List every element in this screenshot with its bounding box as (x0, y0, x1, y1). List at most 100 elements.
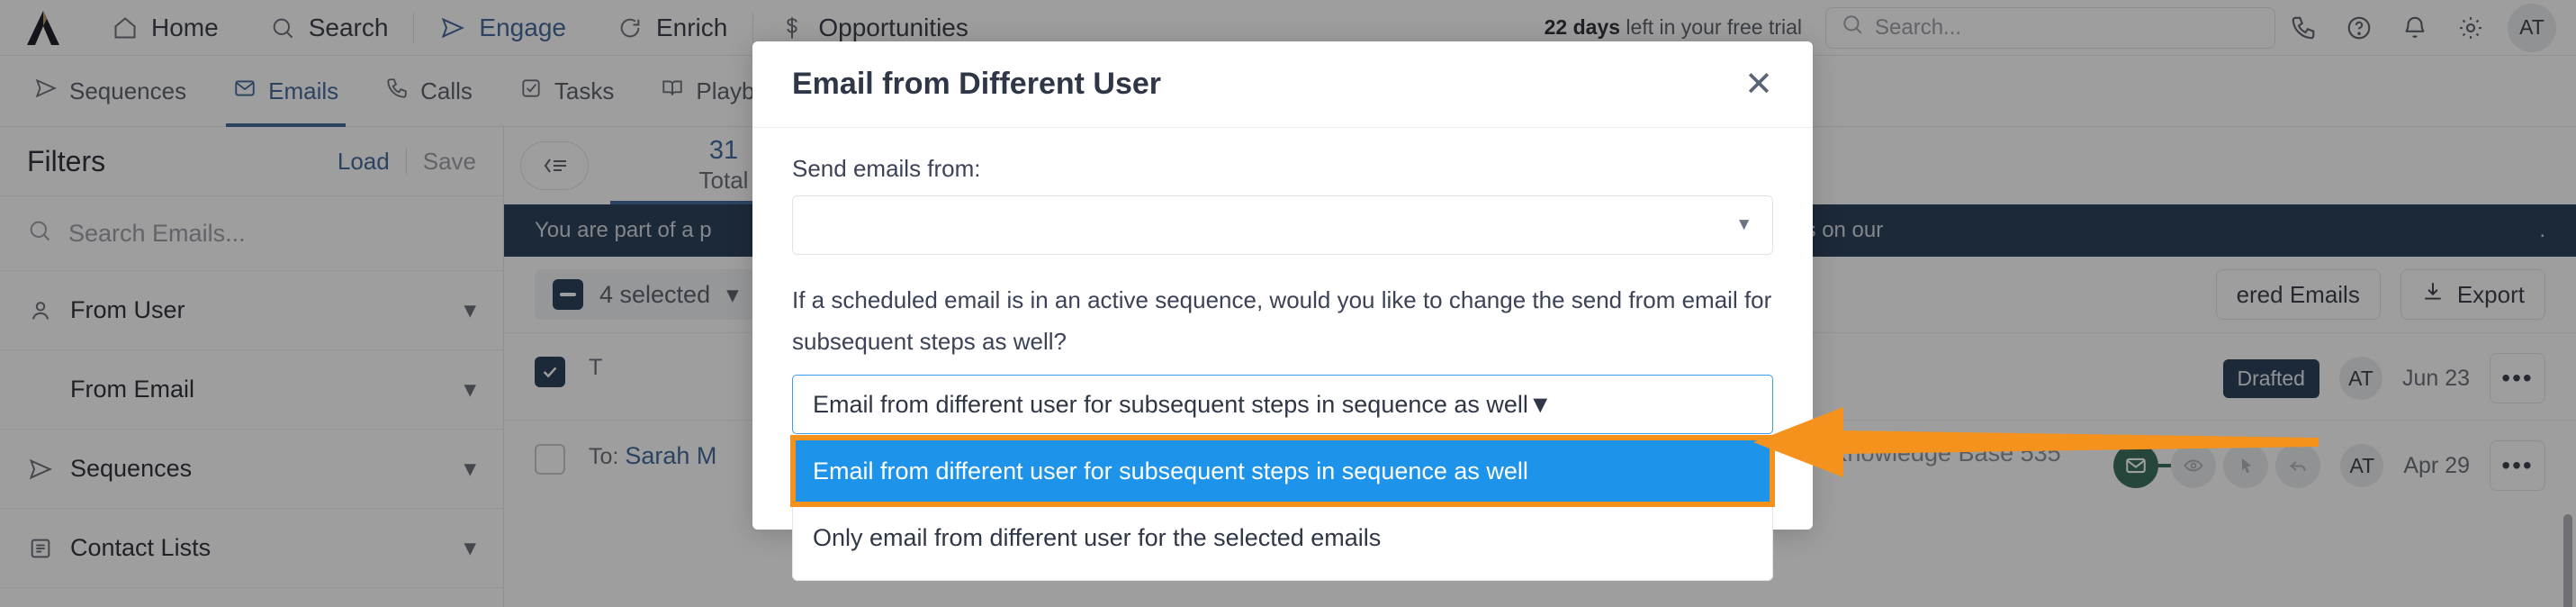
row-tracking-icons (2113, 443, 2321, 488)
nav-item-home[interactable]: Home (86, 0, 244, 56)
trial-rest: left in your free trial (1620, 15, 1802, 39)
row-date: Apr 29 (2403, 452, 2470, 478)
global-search-placeholder: Search... (1875, 14, 1962, 40)
nav-item-enrich-label: Enrich (655, 13, 728, 41)
task-check-icon (519, 77, 543, 106)
nav-item-engage-label: Engage (479, 13, 566, 41)
paper-plane-icon (439, 14, 466, 41)
home-icon (112, 14, 139, 41)
tab-sequences-label: Sequences (69, 77, 187, 104)
banner-link-dot[interactable]: . (2539, 218, 2545, 243)
envelope-sent-icon (2113, 443, 2159, 488)
tab-emails[interactable]: Emails (210, 56, 362, 127)
tab-tasks[interactable]: Tasks (496, 56, 637, 127)
tab-tasks-label: Tasks (554, 77, 615, 104)
tracking-connector (2158, 464, 2172, 467)
global-search-input[interactable]: Search... (1825, 6, 2275, 49)
chevron-down-icon: ▾ (464, 455, 476, 482)
phone-icon[interactable] (2275, 0, 2331, 56)
save-filters-link[interactable]: Save (423, 148, 476, 176)
filters-action-divider (405, 149, 407, 174)
filters-sidebar: Filters Load Save Search Emails... From … (0, 127, 504, 607)
sidebar-item-contact-lists[interactable]: Contact Lists ▾ (0, 509, 503, 588)
app-root: Home Search Engage Enrich Opportunities … (0, 0, 2576, 607)
book-icon (661, 77, 684, 106)
free-trial-notice: 22 days left in your free trial (1545, 15, 1802, 40)
option-only-selected-emails[interactable]: Only email from different user for the s… (793, 504, 1772, 571)
row-checkbox-checked[interactable] (535, 357, 565, 387)
filters-actions: Load Save (338, 148, 476, 176)
chevron-down-icon: ▼ (1735, 215, 1752, 234)
row-recipient-prefix: T (589, 355, 603, 380)
stat-total-label: Total (698, 166, 749, 194)
sidebar-item-contact-lists-label: Contact Lists (70, 534, 212, 561)
row-recipient-name[interactable]: Sarah M (625, 442, 716, 469)
filter-search-input[interactable]: Search Emails... (0, 195, 503, 271)
help-icon[interactable] (2331, 0, 2387, 56)
chevron-down-icon: ▾ (726, 280, 739, 308)
selection-dropdown[interactable]: 4 selected ▾ (535, 269, 757, 320)
sidebar-item-from-email-label: From Email (70, 376, 195, 403)
sidebar-item-from-user[interactable]: From User ▾ (0, 271, 503, 350)
nav-item-engage[interactable]: Engage (414, 0, 591, 56)
nav-item-search-label: Search (308, 13, 389, 41)
load-filters-link[interactable]: Load (338, 148, 390, 176)
list-icon (27, 536, 54, 561)
subsequent-steps-selected-value: Email from different user for subsequent… (813, 390, 1528, 418)
refresh-icon (617, 14, 644, 41)
chevron-down-icon: ▾ (464, 534, 476, 561)
eye-opened-icon (2171, 443, 2217, 488)
tab-calls-label: Calls (420, 77, 473, 104)
tab-sequences[interactable]: Sequences (11, 56, 210, 127)
user-icon (27, 298, 54, 323)
send-emails-from-select[interactable]: ▼ (792, 195, 1773, 255)
export-label: Export (2456, 280, 2525, 308)
subsequent-steps-select[interactable]: Email from different user for subsequent… (792, 375, 1773, 434)
apollo-logo[interactable] (0, 9, 86, 47)
sidebar-item-sequences-label: Sequences (70, 455, 193, 482)
user-avatar[interactable]: AT (2508, 3, 2556, 52)
modal-title: Email from Different User (792, 67, 1161, 101)
nav-item-enrich[interactable]: Enrich (591, 0, 752, 56)
row-meta: Drafted AT Jun 23 ••• (2222, 349, 2545, 403)
bell-icon[interactable] (2387, 0, 2443, 56)
export-button[interactable]: Export (2400, 269, 2545, 320)
search-icon (27, 218, 52, 249)
row-checkbox-unchecked[interactable] (535, 444, 565, 475)
selection-count-label: 4 selected (599, 280, 711, 308)
trial-days: 22 days (1544, 15, 1621, 39)
modal-header: Email from Different User ✕ (752, 41, 1813, 128)
collapse-sidebar-button[interactable] (520, 141, 589, 190)
envelope-icon (233, 77, 257, 106)
filtered-emails-label: ered Emails (2236, 280, 2360, 308)
sidebar-item-from-user-label: From User (70, 296, 185, 323)
banner-text-start: You are part of a p (535, 218, 712, 242)
filters-header: Filters Load Save (0, 127, 503, 195)
reply-icon (2275, 443, 2321, 488)
avatar: AT (2340, 444, 2384, 487)
stat-total-value: 31 (708, 136, 739, 166)
nav-item-search[interactable]: Search (244, 0, 414, 56)
avatar: AT (2338, 357, 2382, 400)
row-more-actions-button[interactable]: ••• (2490, 440, 2545, 491)
search-icon (1841, 13, 1864, 42)
row-more-actions-button[interactable]: ••• (2490, 353, 2545, 403)
close-icon[interactable]: ✕ (1744, 68, 1773, 102)
sidebar-item-from-email[interactable]: From Email ▾ (0, 350, 503, 430)
email-from-different-user-modal: Email from Different User ✕ Send emails … (752, 41, 1813, 581)
filtered-emails-button[interactable]: ered Emails (2215, 269, 2381, 320)
row-date: Jun 23 (2401, 365, 2470, 391)
click-icon (2223, 443, 2269, 488)
tab-calls[interactable]: Calls (362, 56, 496, 127)
download-icon (2421, 280, 2445, 310)
row-recipient-prefix: To: (589, 444, 619, 469)
gear-icon[interactable] (2443, 0, 2499, 56)
chevron-down-icon: ▼ (1527, 390, 1553, 418)
vertical-scrollbar[interactable] (2563, 514, 2572, 607)
filters-title: Filters (27, 144, 106, 177)
option-subsequent-steps-in-sequence[interactable]: Email from different user for subsequent… (790, 435, 1775, 507)
paper-plane-icon (34, 77, 58, 106)
sidebar-item-sequences[interactable]: Sequences ▾ (0, 430, 503, 509)
tab-emails-label: Emails (268, 77, 339, 104)
nav-item-opportunities-label: Opportunities (818, 13, 968, 41)
